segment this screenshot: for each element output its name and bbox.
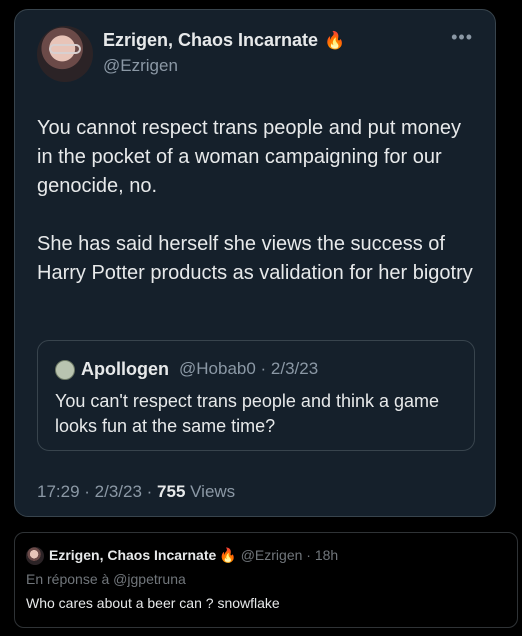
quoted-author-handle-date[interactable]: @Hobab0 · 2/3/23 <box>179 359 318 379</box>
tweet-meta: 17:29 · 2/3/23 · 755 Views <box>37 482 235 502</box>
more-options-icon[interactable]: ••• <box>451 28 473 46</box>
avatar-glasses <box>49 44 81 54</box>
main-tweet-card[interactable]: Ezrigen, Chaos Incarnate 🔥 @Ezrigen ••• Y… <box>14 9 496 517</box>
reply-tweet-card[interactable]: Ezrigen, Chaos Incarnate 🔥 @Ezrigen · 18h … <box>14 532 518 628</box>
reply-author-handle-time[interactable]: @Ezrigen · 18h <box>241 547 338 563</box>
author-avatar[interactable] <box>37 26 93 82</box>
reply-text: Who cares about a beer can ? snowflake <box>26 595 280 611</box>
views-count: 755 <box>157 482 186 501</box>
quoted-tweet[interactable]: Apollogen @Hobab0 · 2/3/23 You can't res… <box>37 340 475 451</box>
reply-author-name[interactable]: Ezrigen, Chaos Incarnate <box>49 547 216 563</box>
author-name-text[interactable]: Ezrigen, Chaos Incarnate <box>103 30 318 50</box>
quoted-author-name[interactable]: Apollogen <box>81 359 169 380</box>
quoted-author-avatar[interactable] <box>55 360 75 380</box>
author-name[interactable]: Ezrigen, Chaos Incarnate 🔥 <box>103 30 345 51</box>
flame-icon: 🔥 <box>324 31 346 50</box>
reply-context[interactable]: En réponse à @jgpetruna <box>26 571 186 587</box>
tweet-paragraph: You cannot respect trans people and put … <box>37 117 462 197</box>
reply-author-avatar[interactable] <box>26 547 44 565</box>
tweet-paragraph: She has said herself she views the succe… <box>37 233 473 284</box>
tweet-body: You cannot respect trans people and put … <box>37 114 481 317</box>
author-handle[interactable]: @Ezrigen <box>103 56 178 76</box>
flame-icon: 🔥 <box>219 547 237 563</box>
tweet-timestamp[interactable]: 17:29 · 2/3/23 · <box>37 482 157 501</box>
quoted-tweet-text: You can't respect trans people and think… <box>55 391 440 436</box>
reply-header: Ezrigen, Chaos Incarnate 🔥 @Ezrigen · 18h <box>49 547 338 564</box>
views-label: Views <box>185 482 236 501</box>
